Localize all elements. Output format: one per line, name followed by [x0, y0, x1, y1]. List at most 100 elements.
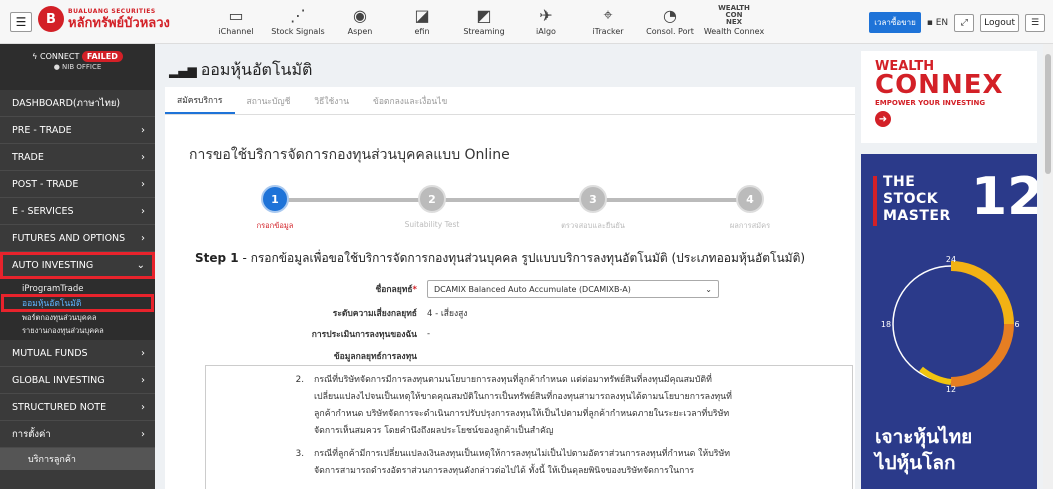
page-scrollbar[interactable]	[1043, 44, 1053, 489]
auto-investing-submenu: iProgramTrade ออมหุ้นอัตโนมัติ พอร์ตกองท…	[0, 279, 155, 340]
fullscreen-button[interactable]: ⤢	[954, 13, 975, 32]
consol-port-icon: ◔	[663, 5, 677, 25]
sidebar-item-futures-options[interactable]: FUTURES AND OPTIONS ›	[0, 225, 155, 252]
failed-badge: FAILED	[81, 51, 123, 62]
sidebar-item-e-services[interactable]: E - SERVICES ›	[0, 198, 155, 225]
step-4: 4 ผลการสมัคร	[690, 185, 810, 232]
signal-bars-icon: ▂▄▆	[169, 63, 197, 78]
app-aspen[interactable]: ◉ Aspen	[329, 3, 391, 37]
wealth-connex-icon: WEALTH CON NEX	[718, 3, 750, 26]
step1-heading: Step 1 - กรอกข้อมูลเพื่อขอใช้บริการจัดกา…	[195, 251, 806, 265]
stock-signals-icon: ⋰	[290, 5, 306, 25]
tab-bar: สมัครบริการ สถานะบัญชี วิธีใช้งาน ข้อตกล…	[165, 87, 855, 115]
sidebar-item-settings[interactable]: การตั้งค่า ›	[0, 421, 155, 448]
submenu-private-fund-portfolio[interactable]: พอร์ตกองทุนส่วนบุคคล	[0, 311, 155, 324]
app-ichannel[interactable]: ▭ iChannel	[205, 3, 267, 37]
sidebar-item-global-investing[interactable]: GLOBAL INVESTING ›	[0, 367, 155, 394]
submenu-private-fund-report[interactable]: รายงานกองทุนส่วนบุคคล	[0, 324, 155, 337]
app-streaming[interactable]: ◩ Streaming	[453, 3, 515, 37]
strategy-info-box[interactable]: 2. กรณีที่บริษัทจัดการมีการลงทุนตามนโยบาย…	[205, 365, 853, 489]
arrow-right-icon: ➜	[875, 111, 891, 127]
chevron-right-icon: ›	[141, 178, 145, 190]
logo-th-text: หลักทรัพย์บัวหลวง	[68, 15, 170, 31]
forecast-row: การประเมินการลงทุนของฉัน -	[311, 329, 431, 340]
ad-column: WEALTH CONNEX EMPOWER YOUR INVESTING ➜ T…	[855, 44, 1043, 489]
chevron-right-icon: ›	[141, 428, 145, 440]
progress-stepper: 1 กรอกข้อมูล 2 Suitability Test 3 ตรวจสอบแล…	[235, 185, 785, 235]
itracker-icon: ⌖	[603, 5, 613, 24]
trading-hours-button[interactable]: เวลาซื้อขาย	[869, 12, 921, 33]
sidebar-item-structured-note[interactable]: STRUCTURED NOTE ›	[0, 394, 155, 421]
step-3: 3 ตรวจสอบและยืนยัน	[533, 185, 653, 232]
strategy-row: ชื่อกลยุทธ์* DCAMIX Balanced Auto Accumu…	[245, 280, 719, 298]
ichannel-icon: ▭	[228, 5, 244, 25]
language-toggle[interactable]: ▪ EN	[927, 18, 948, 28]
step-1: 1 กรอกข้อมูล	[215, 185, 335, 232]
svg-text:6: 6	[1014, 320, 1019, 329]
chevron-right-icon: ›	[141, 151, 145, 163]
chevron-down-icon: ⌄	[136, 259, 145, 271]
brand-logo[interactable]: B BUALUANG SECURITIES หลักทรัพย์บัวหลวง	[38, 6, 170, 32]
logout-button[interactable]: Logout	[980, 13, 1019, 32]
settings-menu-button[interactable]: ☰	[1025, 13, 1045, 32]
sidebar-item-post-trade[interactable]: POST - TRADE ›	[0, 171, 155, 198]
sidebar-item-customer-service[interactable]: บริการลูกค้า	[0, 448, 155, 470]
sidebar: ϟ CONNECT FAILED ● NIB OFFICE DASHBOARD(…	[0, 44, 155, 489]
app-launcher: ▭ iChannel ⋰ Stock Signals ◉ Aspen ◪ efin ◩ S…	[205, 3, 767, 36]
top-bar: ☰ B BUALUANG SECURITIES หลักทรัพย์บัวหลว…	[0, 0, 1053, 44]
submenu-iprogramtrade[interactable]: iProgramTrade	[0, 282, 155, 295]
sidebar-item-dashboard[interactable]: DASHBOARD(ภาษาไทย)	[0, 90, 155, 117]
chevron-right-icon: ›	[141, 232, 145, 244]
chevron-right-icon: ›	[141, 401, 145, 413]
user-icon: ●	[53, 63, 63, 71]
list-icon: ☰	[1030, 17, 1040, 28]
app-wealth-connex[interactable]: WEALTH CON NEX Wealth Connex	[701, 3, 767, 36]
tab-terms[interactable]: ข้อตกลงและเงื่อนไข	[361, 87, 459, 114]
app-ialgo[interactable]: ✈ iAlgo	[515, 3, 577, 37]
chevron-right-icon: ›	[141, 347, 145, 359]
hamburger-menu-button[interactable]: ☰	[10, 12, 32, 32]
connection-status: ϟ CONNECT FAILED ● NIB OFFICE	[0, 44, 155, 90]
aspen-icon: ◉	[353, 5, 367, 25]
app-consol-port[interactable]: ◔ Consol. Port	[639, 3, 701, 37]
list-item: 2. กรณีที่บริษัทจัดการมีการลงทุนตามนโยบาย…	[295, 375, 732, 436]
expand-icon: ⤢	[960, 17, 968, 28]
risk-row: ระดับความเสี่ยงกลยุทธ์ 4 - เสี่ยงสูง	[245, 306, 468, 320]
tab-account-status[interactable]: สถานะบัญชี	[235, 87, 303, 114]
sidebar-item-mutual-funds[interactable]: MUTUAL FUNDS ›	[0, 340, 155, 367]
list-item: 3. กรณีที่ลูกค้ามีการเปลี่ยนแปลงเงินลงทุน…	[295, 449, 731, 476]
strategy-info-row: ข้อมูลกลยุทธ์การลงทุน	[333, 352, 417, 362]
bolt-icon: ϟ	[32, 52, 38, 61]
forecast-value: -	[427, 329, 431, 339]
form-title: การขอใช้บริการจัดการกองทุนส่วนบุคคลแบบ O…	[189, 147, 510, 163]
form-panel: สมัครบริการ สถานะบัญชี วิธีใช้งาน ข้อตกล…	[165, 87, 855, 489]
chevron-down-icon: ⌄	[705, 284, 712, 294]
chevron-right-icon: ›	[141, 124, 145, 136]
app-stock-signals[interactable]: ⋰ Stock Signals	[267, 3, 329, 37]
page-title: ▂▄▆ ออมหุ้นอัตโนมัติ	[169, 60, 313, 79]
streaming-icon: ◩	[476, 5, 492, 25]
tab-how-to[interactable]: วิธีใช้งาน	[302, 87, 361, 114]
sidebar-item-pre-trade[interactable]: PRE - TRADE ›	[0, 117, 155, 144]
sidebar-item-auto-investing[interactable]: AUTO INVESTING ⌄	[0, 252, 155, 279]
stepper-line	[275, 198, 745, 202]
strategy-select[interactable]: DCAMIX Balanced Auto Accumulate (DCAMIXB…	[427, 280, 719, 298]
submenu-auto-stock-saving[interactable]: ออมหุ้นอัตโนมัติ	[1, 294, 154, 312]
stock-master-banner[interactable]: THE STOCK MASTER 12 24 6 18 12 เจาะหุ้นไ…	[861, 154, 1037, 489]
bualuang-logo-icon: B	[38, 6, 64, 32]
app-efin[interactable]: ◪ efin	[391, 3, 453, 37]
svg-text:24: 24	[946, 255, 956, 264]
step-2: 2 Suitability Test	[372, 185, 492, 229]
ialgo-icon: ✈	[539, 5, 553, 25]
svg-text:18: 18	[881, 320, 891, 329]
menu-icon: ☰	[15, 15, 27, 29]
wealth-connex-banner[interactable]: WEALTH CONNEX EMPOWER YOUR INVESTING ➜	[861, 51, 1037, 143]
tab-subscribe[interactable]: สมัครบริการ	[165, 87, 235, 114]
logo-en-text: BUALUANG SECURITIES	[68, 7, 156, 15]
efin-icon: ◪	[414, 5, 430, 25]
sidebar-item-trade[interactable]: TRADE ›	[0, 144, 155, 171]
clock-graphic: 24 6 18 12	[881, 255, 1020, 394]
main-content: ▂▄▆ ออมหุ้นอัตโนมัติ สมัครบริการ สถานะบั…	[155, 44, 855, 489]
app-itracker[interactable]: ⌖ iTracker	[577, 3, 639, 36]
chevron-right-icon: ›	[141, 374, 145, 386]
